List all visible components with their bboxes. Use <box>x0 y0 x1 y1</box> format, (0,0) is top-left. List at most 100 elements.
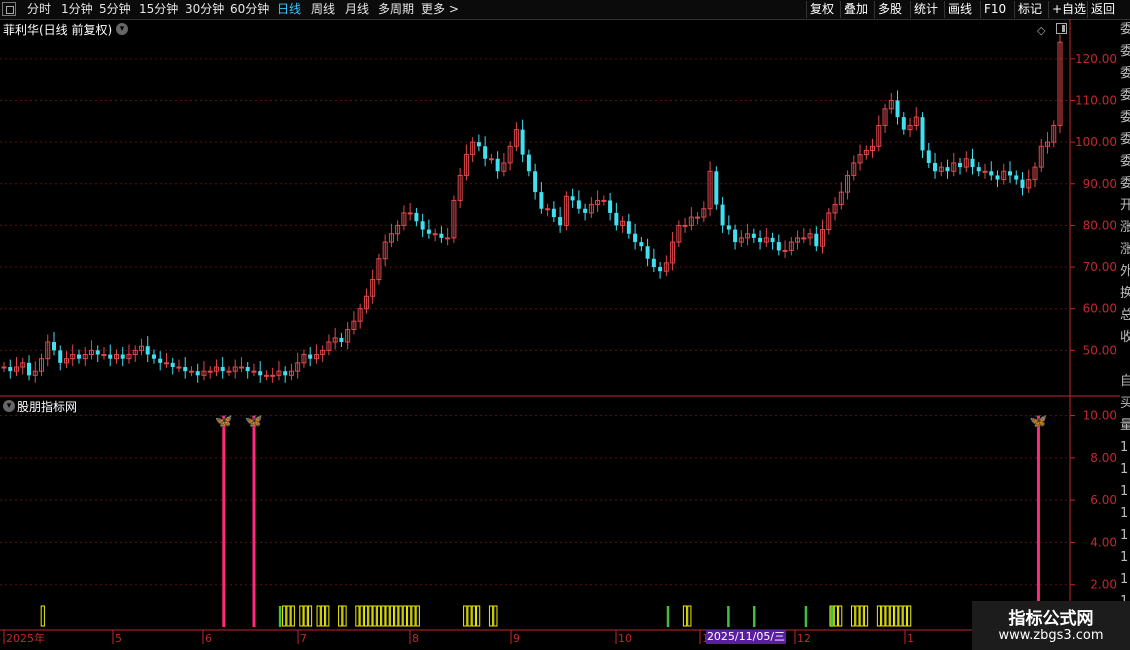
right-column-char <box>1120 349 1130 370</box>
candle-body <box>1 366 7 369</box>
time-tick-label: 8 <box>412 632 419 645</box>
candle-body <box>976 167 981 172</box>
green-bar <box>666 606 670 627</box>
signal-box <box>876 605 882 627</box>
right-info-column: 委委委委委委委委开涨涨外换总收自买量11111111 <box>1120 19 1130 634</box>
price-tick-label: 70.00 <box>1083 260 1117 274</box>
indicator-tick-label: 2.00 <box>1090 578 1117 592</box>
right-column-char: 委 <box>1120 110 1130 125</box>
candle-body <box>645 246 650 259</box>
signal-box <box>851 605 856 627</box>
green-bar <box>830 606 834 627</box>
signal-box <box>342 605 347 627</box>
candle-body <box>1008 171 1013 176</box>
candle-body <box>220 367 225 372</box>
right-column-char: 量 <box>1120 418 1130 433</box>
time-tick-label: 7 <box>300 632 307 645</box>
signal-box <box>902 605 907 627</box>
candle-body <box>920 117 925 151</box>
butterfly-icon: 🦋 <box>1030 414 1048 430</box>
candle-body <box>108 354 113 359</box>
right-column-char: 委 <box>1120 176 1130 191</box>
candle-body <box>420 221 425 230</box>
signal-box <box>894 605 899 627</box>
candle-body <box>608 200 613 213</box>
candle-body <box>270 374 276 377</box>
candle-body <box>801 237 807 240</box>
signal-box <box>855 605 860 627</box>
candle-body <box>576 200 581 209</box>
candle-body <box>8 367 13 372</box>
candle-body <box>76 354 81 359</box>
indicator-title: 股朋指标网 <box>17 400 78 414</box>
candle-body <box>426 229 431 234</box>
chart-canvas[interactable]: 120.00110.00100.0090.0080.0070.0060.0050… <box>0 0 1130 650</box>
stock-title: 菲利华(日线 前复权) <box>3 23 113 37</box>
candle-body <box>188 370 194 373</box>
candle-body <box>526 154 531 172</box>
price-tick-label: 120.00 <box>1075 52 1117 66</box>
candle-body <box>733 229 738 243</box>
time-tick-label: 2025年 <box>6 631 45 645</box>
candle-body <box>639 242 644 247</box>
candle-body <box>995 175 1000 180</box>
candle-body <box>895 100 900 118</box>
candle-body <box>95 350 100 355</box>
candle-body <box>495 158 500 172</box>
panel-toggle-icon[interactable] <box>1056 23 1067 34</box>
candle-body <box>488 158 494 161</box>
candle-body <box>520 129 525 155</box>
right-column-char: 委 <box>1120 88 1130 103</box>
right-column-char: 外 <box>1120 264 1130 279</box>
candle-body <box>339 337 344 343</box>
time-tick-label: 5 <box>115 632 122 645</box>
signal-box <box>394 605 399 627</box>
candle-body <box>558 217 563 226</box>
candle-body <box>1014 175 1019 180</box>
signal-box <box>286 605 291 627</box>
signal-box <box>889 605 895 627</box>
signal-box <box>415 605 420 627</box>
candle-body <box>570 196 575 201</box>
signal-box <box>385 605 390 627</box>
candle-body <box>251 370 257 373</box>
candle-body <box>545 208 551 211</box>
price-tick-label: 50.00 <box>1083 343 1117 357</box>
watermark-url: www.zbgs3.com <box>998 628 1104 643</box>
green-bar <box>804 606 808 627</box>
candle-body <box>183 367 188 372</box>
right-column-char: 委 <box>1120 132 1130 147</box>
price-tick-label: 110.00 <box>1075 93 1117 107</box>
signal-box <box>488 605 494 627</box>
candle-body <box>633 233 638 243</box>
candle-body <box>651 258 656 268</box>
signal-box <box>376 605 382 627</box>
signal-box <box>407 605 412 627</box>
candle-body <box>176 366 182 369</box>
candle-body <box>989 171 994 176</box>
candle-body <box>583 208 588 213</box>
candle-body <box>120 354 125 359</box>
signal-box <box>463 605 468 627</box>
right-column-char: 1 <box>1120 440 1129 455</box>
chevron-down-icon[interactable]: ▾ <box>3 400 15 412</box>
price-tick-label: 80.00 <box>1083 218 1117 232</box>
diamond-icon[interactable]: ◇ <box>1037 24 1045 37</box>
candle-body <box>238 366 244 369</box>
candle-body <box>958 162 963 168</box>
butterfly-icon: 🦋 <box>215 414 233 430</box>
signal-box <box>682 605 688 627</box>
signal-box <box>833 605 838 627</box>
candle-body <box>151 354 156 359</box>
signal-box <box>398 605 403 627</box>
indicator-tick-label: 10.00 <box>1083 409 1117 423</box>
signal-box <box>885 605 890 627</box>
candle-body <box>263 374 269 377</box>
indicator-tick-label: 6.00 <box>1090 493 1117 507</box>
candle-body <box>195 371 200 376</box>
candle-body <box>26 362 31 376</box>
price-tick-label: 90.00 <box>1083 177 1117 191</box>
chevron-down-icon[interactable]: ▾ <box>116 23 128 35</box>
candle-body <box>226 370 232 373</box>
signal-box <box>838 605 843 627</box>
